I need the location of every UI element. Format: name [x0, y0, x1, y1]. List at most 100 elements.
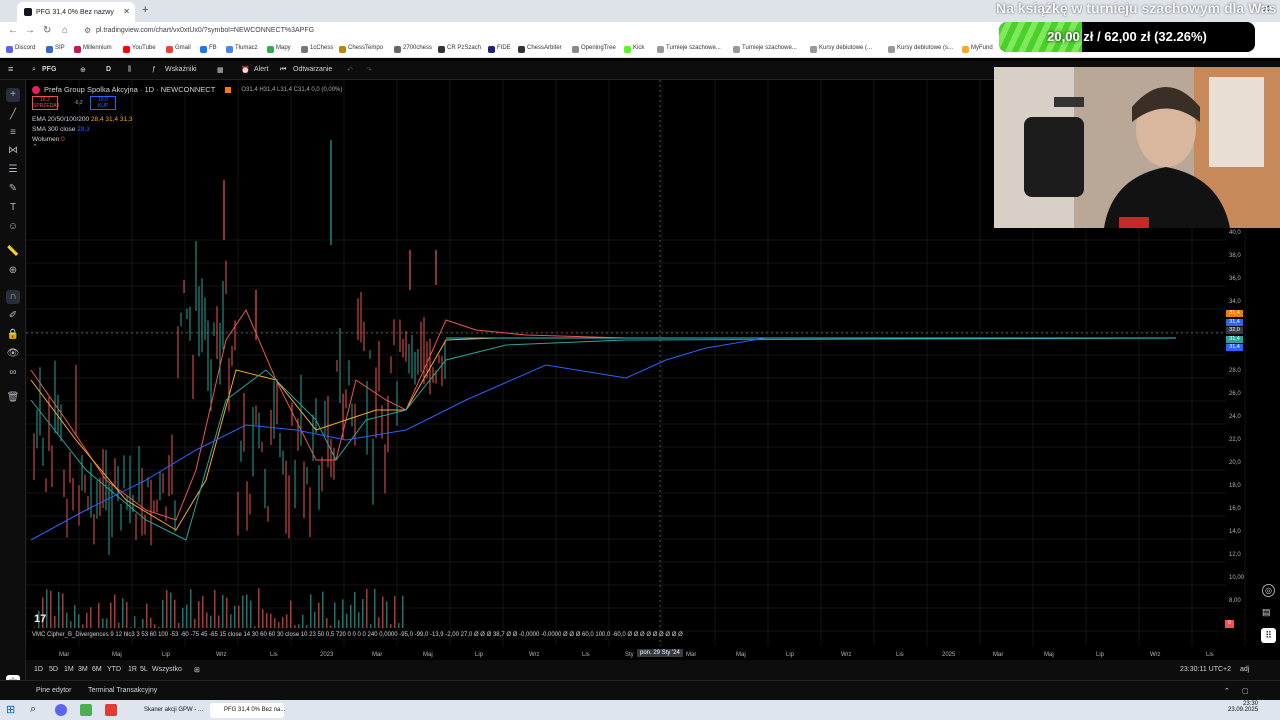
crosshair-icon[interactable]: + [6, 88, 20, 102]
layouts-icon[interactable]: ▦ [217, 66, 224, 74]
volume-bar [34, 627, 36, 628]
projection-icon[interactable]: ☰ [6, 163, 20, 177]
reload-icon[interactable]: ↻ [43, 25, 51, 36]
symbol-title[interactable]: Prefa Group Spolka Akcyjna · 1D · NEWCON… [44, 85, 215, 94]
date-range-icon[interactable]: ⊞ [194, 666, 200, 674]
range-button[interactable]: 1M [64, 666, 74, 673]
volume-label[interactable]: Wolumen [32, 136, 59, 143]
range-button[interactable]: 5L [140, 666, 148, 673]
site-info-icon[interactable]: ⚙ [84, 26, 91, 35]
maximize-panel-icon[interactable]: ▢ [1242, 687, 1249, 695]
sma-value: 29,3 [77, 126, 90, 133]
bookmark[interactable]: Turnieje szachowe... [657, 45, 721, 53]
bookmark[interactable]: CR PzSzach [438, 45, 481, 53]
range-button[interactable]: Wszystko [152, 666, 182, 673]
volume-bar [314, 611, 316, 628]
zoom-icon[interactable]: ⊕ [6, 264, 20, 278]
price-tag: 31,4 [1226, 335, 1243, 343]
magnet-icon[interactable]: ∩ [6, 290, 20, 304]
redo-icon[interactable]: ↷ [366, 66, 372, 74]
taskbar-item[interactable]: Skaner akcji GPW - ... [130, 703, 208, 718]
bookmark[interactable]: Turnieje szachowe... [733, 45, 797, 53]
adj-toggle[interactable]: adj [1240, 666, 1249, 673]
bookmark[interactable]: Kursy debiutowe (... [810, 45, 872, 53]
bookmark[interactable]: FB [200, 45, 217, 53]
browser-tab[interactable]: PFG 31,4 0% Bez nazwy ✕ [17, 2, 135, 22]
os-taskbar: ⊞ ⌕ Skaner akcji GPW - ... PFG 31,4 0% B… [0, 700, 1280, 720]
bookmark[interactable]: YouTube [123, 45, 156, 53]
bookmark[interactable]: Discord [6, 45, 35, 53]
replay-icon[interactable]: ⏮ [280, 66, 286, 74]
bookmark[interactable]: OpeningTree [572, 45, 616, 53]
bookmark[interactable]: Gmail [166, 45, 191, 53]
windows-start-icon[interactable]: ⊞ [6, 703, 15, 716]
tab-trading-terminal[interactable]: Terminal Transakcyjny [88, 687, 157, 694]
lock-icon[interactable]: 🔒 [6, 328, 20, 342]
alert-icon[interactable]: ⏰ [241, 66, 250, 74]
trend-line-icon[interactable]: ╱ [6, 108, 20, 122]
tab-pine-editor[interactable]: Pine edytor [36, 687, 71, 694]
bookmark[interactable]: Millennium [74, 45, 112, 53]
search-icon[interactable]: ⌕ [30, 703, 36, 716]
bookmark[interactable]: MyFund [962, 45, 993, 53]
indicators-icon[interactable]: ƒ [152, 66, 156, 73]
forward-icon[interactable]: → [25, 25, 35, 36]
pattern-icon[interactable]: ⋈ [6, 144, 20, 158]
calendar-icon[interactable]: ▤ [1262, 607, 1271, 618]
home-icon[interactable]: ⌂ [62, 25, 68, 36]
range-button[interactable]: 3M [78, 666, 88, 673]
ruler-icon[interactable]: 📏 [6, 245, 20, 259]
volume-bar [114, 594, 116, 628]
search-icon[interactable]: ⌕ [32, 66, 36, 74]
alert-button[interactable]: Alert [254, 66, 268, 73]
link-icon[interactable]: ∞ [6, 366, 20, 380]
url-field[interactable]: pl.tradingview.com/chart/vx0xtUx0/?symbo… [96, 27, 314, 34]
range-button[interactable]: 1D [34, 666, 43, 673]
apps-grid-icon[interactable]: ⠿ [1261, 628, 1276, 643]
range-button[interactable]: 1R [128, 666, 137, 673]
collapse-legend-icon[interactable]: ⌃ [32, 143, 342, 151]
buy-button[interactable]: 18,0 KUP [90, 96, 116, 110]
clock[interactable]: 23:30:11 UTC+2 [1180, 666, 1231, 673]
bookmark[interactable]: Tłumacz [226, 45, 258, 53]
app-icon[interactable] [80, 704, 92, 716]
trash-icon[interactable]: 🗑 [6, 391, 20, 405]
range-button[interactable]: 6M [92, 666, 102, 673]
text-icon[interactable]: T [6, 201, 20, 215]
range-button[interactable]: YTD [107, 666, 121, 673]
brush-icon[interactable]: ✎ [6, 182, 20, 196]
bookmark[interactable]: 1cChess [301, 45, 333, 53]
replay-button[interactable]: Odtwarzanie [293, 66, 332, 73]
eye-icon[interactable]: 👁 [6, 347, 20, 361]
interval-button[interactable]: D [106, 66, 111, 73]
symbol-search[interactable]: PFG [42, 66, 56, 73]
indicators-button[interactable]: Wskaźniki [165, 66, 197, 73]
app-icon[interactable] [105, 704, 117, 716]
undo-icon[interactable]: ↶ [347, 66, 353, 74]
new-tab-icon[interactable]: + [142, 4, 148, 16]
fib-icon[interactable]: ≡ [6, 126, 20, 140]
stay-drawing-icon[interactable]: ✐ [6, 309, 20, 323]
bookmark[interactable]: FIDE [488, 45, 511, 53]
bookmark[interactable]: ChessArbiter [518, 45, 562, 53]
collapse-panel-icon[interactable]: ⌃ [1224, 687, 1230, 695]
sma-label[interactable]: SMA 300 close [32, 126, 75, 133]
bookmark[interactable]: Kursy debiutowe (s... [888, 45, 953, 53]
bookmark[interactable]: Mapy [267, 45, 291, 53]
emoji-icon[interactable]: ☺ [6, 220, 20, 234]
close-tab-icon[interactable]: ✕ [123, 7, 130, 16]
menu-icon[interactable]: ≡ [8, 64, 13, 74]
bookmark[interactable]: 2700chess [394, 45, 432, 53]
back-icon[interactable]: ← [8, 25, 18, 36]
range-button[interactable]: 5D [49, 666, 58, 673]
target-icon[interactable]: ◎ [1262, 584, 1275, 597]
ema-label[interactable]: EMA 20/50/100/200 [32, 116, 89, 123]
sell-button[interactable]: 18,2 SPRZEDAJ [32, 96, 59, 110]
discord-icon[interactable] [55, 704, 67, 716]
chart-type-icon[interactable]: ⫼ [128, 66, 131, 74]
taskbar-item[interactable]: PFG 31,4 0% Bez na... [210, 703, 285, 718]
bookmark[interactable]: Kick [624, 45, 644, 53]
bookmark[interactable]: ChessTempo [339, 45, 383, 53]
add-symbol-icon[interactable]: ⊕ [80, 66, 86, 74]
bookmark[interactable]: SIP [46, 45, 65, 53]
